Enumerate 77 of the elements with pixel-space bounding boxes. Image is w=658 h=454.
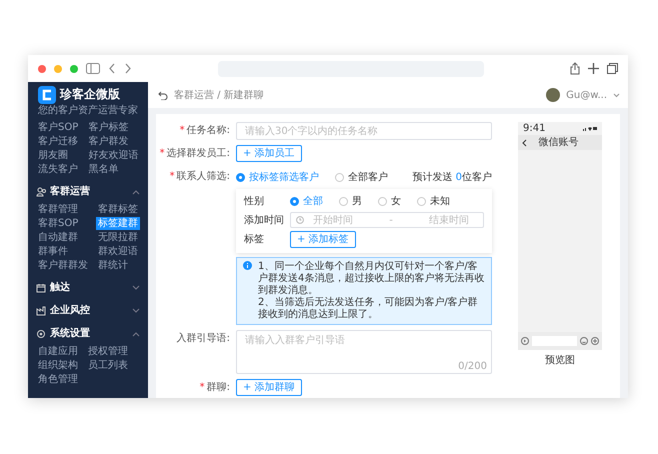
add-staff-button[interactable]: + 添加员工 [236,145,302,162]
sidebar-toggle-icon[interactable] [86,63,100,74]
sidebar-item[interactable]: 授权管理 [86,345,130,358]
notice-text: 2、当筛选后无法发送任务，可能因为客户/客户群接收到的消息达到上限了。 [258,297,479,321]
sidebar-item[interactable]: 客群标签 [96,203,140,216]
radio-option[interactable]: 女 [378,194,401,209]
send-estimate: 预计发送 0位客户 [412,170,492,184]
notice-text: 1、同一个企业每个自然月内仅可针对一个客户/客户群发送4条消息，超过接收上限的客户将无法再收到群发消息。 [258,261,485,296]
status-icons [583,126,597,131]
filter-label: 性别 [244,194,265,209]
radio-option[interactable]: 按标签筛选客户 [236,170,319,184]
sidebar-item[interactable]: 客群SOP [36,217,80,230]
radio-option[interactable]: 全部客户 [335,170,388,184]
section-icon [36,328,46,338]
sidebar-item[interactable]: 客户标签 [86,121,130,134]
sidebar-item[interactable]: 角色管理 [36,373,80,386]
share-icon[interactable] [570,62,580,75]
info-icon [243,261,252,270]
section-icon [36,282,46,292]
field-label: * 选择群发员工: [158,146,231,161]
radio-option[interactable]: 未知 [417,194,450,209]
logo-icon [38,86,56,104]
add-tag-button[interactable]: + 添加标签 [290,231,356,248]
radio-option[interactable]: 男 [339,194,362,209]
chat-title: 微信账号 [538,136,580,149]
sidebar-item[interactable]: 客户群群发 [36,259,90,272]
voice-icon [521,337,529,345]
sidebar-item[interactable]: 客户SOP [36,121,80,134]
sidebar-item[interactable]: 朋友圈 [36,149,70,162]
sidebar-item[interactable]: 流失客户 [36,163,80,176]
sidebar-section[interactable]: 系统设置 [28,322,148,345]
sidebar-item[interactable]: 群欢迎语 [96,245,140,258]
section-icon [36,186,46,196]
field-label: * 任务名称: [178,124,231,138]
back-arrow-icon[interactable] [158,90,168,100]
sidebar-item[interactable]: 组织架构 [36,359,80,372]
filter-label: 添加时间 [244,214,285,228]
sidebar-section[interactable]: 触达 [28,276,148,299]
new-tab-icon[interactable] [588,63,599,74]
sidebar-section[interactable]: 企业风控 [28,299,148,322]
avatar[interactable] [546,88,560,102]
sidebar-item[interactable]: 员工列表 [86,359,130,372]
sidebar-section[interactable]: 客群运营 [28,180,148,203]
field-label: * 联系人筛选: [168,170,231,184]
breadcrumb: 客群运营 / 新建群聊 [174,88,264,102]
sidebar-item[interactable]: 自动建群 [36,231,80,244]
dropdown-icon[interactable] [613,92,620,98]
char-counter: 0/200 [458,362,487,372]
section-icon [36,306,46,316]
clock-icon [296,216,304,224]
sidebar-item[interactable]: 自建应用 [36,345,80,358]
field-label: 入群引导语: [176,332,231,346]
user-name: Gu@w... [566,88,607,102]
sidebar-item[interactable]: 客户迁移 [36,135,80,148]
sidebar-item[interactable]: 黑名单 [86,163,120,176]
forward-icon[interactable] [124,63,132,74]
sidebar-item[interactable]: 客群管理 [36,203,80,216]
radio-option[interactable]: 全部 [290,194,323,209]
emoji-icon [580,337,588,345]
back-icon[interactable] [108,63,116,74]
field-label: * 群聊: [198,381,231,395]
task-name-input[interactable]: 请输入30个字以内的任务名称 [236,122,492,140]
sidebar-item[interactable]: 群统计 [96,259,130,272]
sidebar-item[interactable]: 客户群发 [86,135,130,148]
sidebar-item[interactable]: 标签建群 [96,217,140,230]
status-time: 9:41 [523,123,546,134]
plus-circle-icon [591,337,599,345]
sidebar-item[interactable]: 好友欢迎语 [86,149,140,162]
add-group-button[interactable]: + 添加群聊 [236,379,302,396]
back-icon [522,138,527,146]
logo-title: 珍客企微版 [60,88,120,102]
logo-subtitle: 您的客户资产运营专家 [37,104,139,118]
filter-label: 标签 [244,232,265,247]
sidebar-item[interactable]: 群事件 [36,245,70,258]
tabs-overview-icon[interactable] [607,63,618,74]
sidebar-item[interactable]: 无限拉群 [96,231,140,244]
preview-caption: 预览图 [545,354,575,368]
